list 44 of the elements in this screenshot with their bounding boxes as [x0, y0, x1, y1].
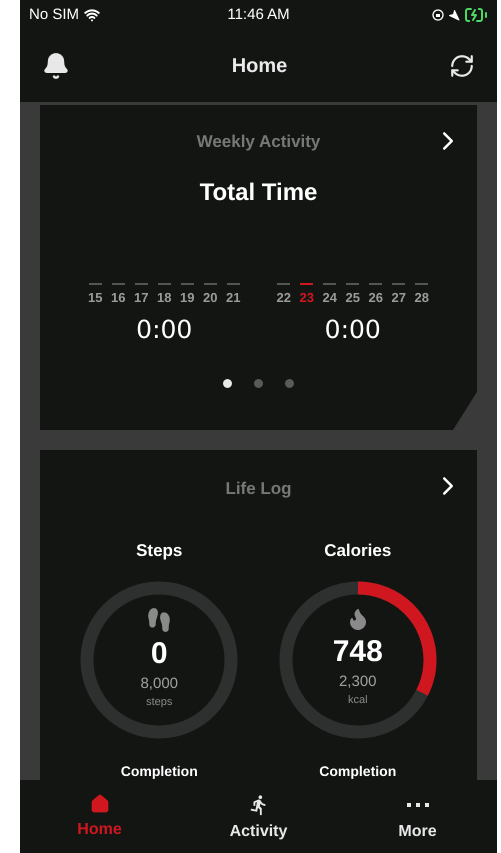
tab-bar-item[interactable]: More — [338, 780, 497, 853]
card-title: Weekly Activity — [196, 131, 320, 153]
life-log-card[interactable]: Life Log Steps 0 8,000 steps Completion Calories 748 2,300 kcal Completion — [40, 450, 477, 780]
location-arrow-icon — [448, 9, 460, 21]
day-label: 19 — [180, 288, 194, 306]
day-label: 18 — [157, 288, 172, 306]
metric-unit: kcal — [348, 693, 368, 707]
day-label: 25 — [346, 288, 360, 306]
day-label: 23 — [300, 288, 314, 306]
day-label: 27 — [392, 288, 406, 306]
orientation-lock-icon — [432, 9, 444, 21]
day-label: 21 — [226, 288, 240, 306]
day-label: 16 — [111, 288, 126, 306]
card-title: Life Log — [225, 478, 292, 500]
card-subtitle: Total Time — [200, 178, 318, 208]
week-total: 0:00 — [136, 314, 192, 346]
metric-value: 0 — [150, 637, 168, 671]
notifications-icon[interactable] — [42, 52, 70, 80]
metric-label: Steps — [136, 540, 182, 562]
page-title: Home — [232, 54, 288, 79]
clock-time: 11:46 AM — [226, 4, 291, 25]
footprints-icon — [146, 607, 172, 633]
sync-icon[interactable] — [448, 53, 475, 79]
metric-unit: steps — [146, 695, 172, 709]
day-label: 26 — [368, 288, 383, 306]
tab-bar-item[interactable]: Activity — [179, 780, 338, 853]
day-label: 17 — [134, 288, 148, 306]
week-total: 0:00 — [324, 314, 381, 346]
day-label: 22 — [276, 288, 291, 306]
day-label: 15 — [88, 288, 102, 306]
home-icon — [90, 794, 110, 814]
metric-label: Calories — [324, 540, 392, 562]
day-label: 28 — [414, 288, 429, 306]
completion-label: Completion — [319, 762, 396, 780]
more-icon — [406, 803, 428, 807]
metric-value: 748 — [332, 635, 383, 669]
metric-goal: 2,300 — [338, 673, 377, 691]
weekly-activity-card[interactable]: Weekly Activity Total Time 15 16 17 18 19 20 21 0:00 22 23 24 25 26 27 28 0:00 — [40, 105, 477, 430]
completion-label: Completion — [120, 762, 198, 780]
day-label: 24 — [322, 288, 337, 306]
carrier-label: No SIM — [29, 4, 80, 25]
metric-goal: 8,000 — [140, 675, 178, 693]
day-label: 20 — [203, 288, 218, 306]
wifi-icon — [84, 7, 100, 23]
